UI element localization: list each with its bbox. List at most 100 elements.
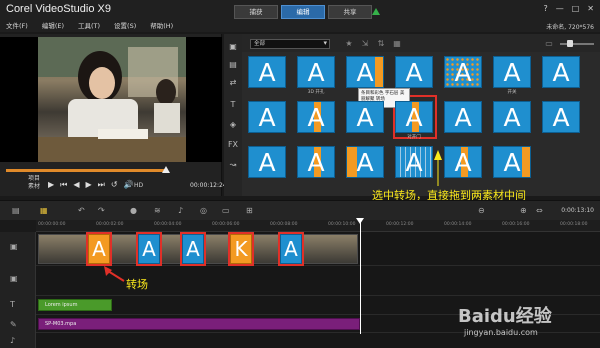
transition-thumbnail[interactable]: A: [493, 101, 531, 133]
transition-thumbnail[interactable]: A: [297, 101, 335, 133]
maximize-icon[interactable]: □: [572, 4, 580, 13]
transition-icon[interactable]: ⇄: [226, 78, 240, 90]
fx-icon[interactable]: FX: [226, 140, 240, 152]
scrub-bar[interactable]: [6, 169, 166, 172]
title-clip[interactable]: Lorem ipsum: [38, 299, 112, 311]
graphic-icon[interactable]: ◈: [226, 120, 240, 132]
menu-tools[interactable]: 工具(T): [78, 20, 100, 30]
mixer-icon[interactable]: ≋: [154, 206, 161, 215]
minimize-icon[interactable]: —: [556, 4, 564, 13]
upload-icon[interactable]: [372, 8, 380, 15]
transition-thumbnail[interactable]: A: [395, 56, 433, 88]
video-clip[interactable]: [110, 234, 138, 264]
redo-icon[interactable]: ↷: [98, 206, 105, 215]
motion-tracking-icon[interactable]: ◎: [200, 206, 207, 215]
timeline-view-icon[interactable]: ▦: [40, 206, 48, 215]
menu-help[interactable]: 帮助(H): [150, 20, 173, 30]
view-icon[interactable]: ▭: [544, 39, 554, 48]
annotation-transition-label: 转场: [126, 278, 148, 291]
music-track-icon[interactable]: ♪: [10, 336, 15, 345]
favorite-icon[interactable]: ★: [344, 39, 354, 48]
transition-thumbnail[interactable]: A: [493, 56, 531, 88]
transition-thumbnail[interactable]: A: [542, 56, 580, 88]
transition-thumbnail[interactable]: A: [248, 101, 286, 133]
video-clip[interactable]: [252, 234, 280, 264]
menu-edit[interactable]: 编辑(E): [42, 20, 64, 30]
menu-file[interactable]: 文件(F): [6, 20, 28, 30]
video-clip[interactable]: [204, 234, 230, 264]
timeline-ruler[interactable]: 00:00:00:00 00:00:02:00 00:00:04:00 00:0…: [36, 220, 600, 232]
zoom-out-icon[interactable]: ⊖: [478, 206, 485, 215]
play-mode-labels: 项目 素材: [28, 175, 40, 191]
next-frame-icon[interactable]: ▶: [86, 180, 92, 190]
scrub-handle[interactable]: [162, 166, 170, 173]
video-track-icon[interactable]: ▣: [10, 242, 18, 251]
import-icon[interactable]: ▦: [392, 39, 402, 48]
transition-thumbnail[interactable]: A: [444, 101, 482, 133]
tab-edit[interactable]: 编辑: [281, 5, 325, 19]
transition-thumbnail[interactable]: A: [542, 101, 580, 133]
zoom-knob[interactable]: [567, 40, 573, 47]
play-icon[interactable]: ▶: [48, 180, 54, 190]
transition-thumbnail[interactable]: A: [248, 56, 286, 88]
help-icon[interactable]: ?: [543, 4, 547, 13]
track-headers: ▣ ▣ T ✎ ♪: [0, 232, 36, 348]
timeline-toolbar: ▤ ▦ ↶ ↷ ● ≋ ♪ ◎ ▭ ⊞ ⊖ ⊕ ⇔ 0:00:13:10: [0, 200, 600, 220]
title-icon[interactable]: T: [226, 100, 240, 112]
menu-settings[interactable]: 设置(S): [114, 20, 136, 30]
close-icon[interactable]: ✕: [587, 4, 594, 13]
video-clip[interactable]: [160, 234, 182, 264]
library-panel: 全部 ★ ⇲ ⇅ ▦ ▭ 条目和彩色 字石层 美丽解聚 转场 AA3D 开孔AA…: [242, 34, 600, 196]
playhead-line[interactable]: [360, 220, 361, 334]
hd-toggle[interactable]: HD: [134, 182, 143, 189]
storyboard-view-icon[interactable]: ▤: [12, 206, 20, 215]
tab-share[interactable]: 共享: [328, 5, 372, 19]
thumbnail-zoom-slider[interactable]: [560, 43, 594, 45]
project-info: 未命名, 720*576: [546, 24, 594, 31]
prev-frame-icon[interactable]: ◀: [73, 180, 79, 190]
overlay-track-icon[interactable]: ▣: [10, 274, 18, 283]
media-icon[interactable]: ▣: [226, 42, 240, 54]
transition-thumbnail[interactable]: A: [297, 146, 335, 178]
transition-thumbnail[interactable]: A: [346, 56, 384, 88]
end-icon[interactable]: ⏭: [98, 180, 105, 190]
video-clip[interactable]: [38, 234, 88, 264]
transition-thumbnail[interactable]: A: [444, 56, 482, 88]
tab-capture[interactable]: 捕获: [234, 5, 278, 19]
volume-icon[interactable]: 🔊: [124, 180, 134, 190]
watermark-brand: Baidu经验: [458, 306, 552, 327]
transition-highlight: [228, 232, 254, 266]
fit-project-icon[interactable]: ⇔: [536, 206, 543, 215]
multi-camera-icon[interactable]: ⊞: [246, 206, 253, 215]
clip-mode-label[interactable]: 素材: [28, 183, 40, 191]
transition-thumbnail[interactable]: A: [297, 56, 335, 88]
home-icon[interactable]: ⏮: [60, 180, 67, 190]
transition-thumbnail[interactable]: A: [493, 146, 531, 178]
path-icon[interactable]: ↝: [226, 160, 240, 172]
timecode[interactable]: 00:00:12:24: [190, 182, 227, 189]
auto-music-icon[interactable]: ♪: [178, 206, 183, 215]
title-track-icon[interactable]: T: [10, 300, 15, 309]
random-icon[interactable]: ⇅: [376, 39, 386, 48]
video-clip[interactable]: [302, 234, 358, 264]
subtitle-icon[interactable]: ▭: [222, 206, 230, 215]
transition-thumbnail-label: 3D 开孔: [307, 90, 325, 95]
transition-thumbnail[interactable]: A: [346, 101, 384, 133]
transition-thumbnail[interactable]: A: [395, 146, 433, 178]
transition-highlight: [180, 232, 206, 266]
music-clip[interactable]: SP-M03.mpa: [38, 318, 360, 330]
instant-project-icon[interactable]: ▤: [226, 60, 240, 72]
library-toolbar: 全部 ★ ⇲ ⇅ ▦ ▭: [242, 34, 600, 52]
transition-thumbnail[interactable]: A: [346, 146, 384, 178]
transition-thumbnail[interactable]: A: [248, 146, 286, 178]
apply-icon[interactable]: ⇲: [360, 39, 370, 48]
undo-icon[interactable]: ↶: [78, 206, 85, 215]
voice-track-icon[interactable]: ✎: [10, 320, 17, 329]
project-mode-label[interactable]: 项目: [28, 175, 40, 183]
transition-thumbnail[interactable]: A: [395, 101, 433, 133]
zoom-in-icon[interactable]: ⊕: [520, 206, 527, 215]
repeat-icon[interactable]: ↺: [111, 180, 118, 190]
transition-thumbnail[interactable]: A: [444, 146, 482, 178]
category-select[interactable]: 全部: [250, 39, 330, 49]
record-icon[interactable]: ●: [130, 206, 137, 215]
